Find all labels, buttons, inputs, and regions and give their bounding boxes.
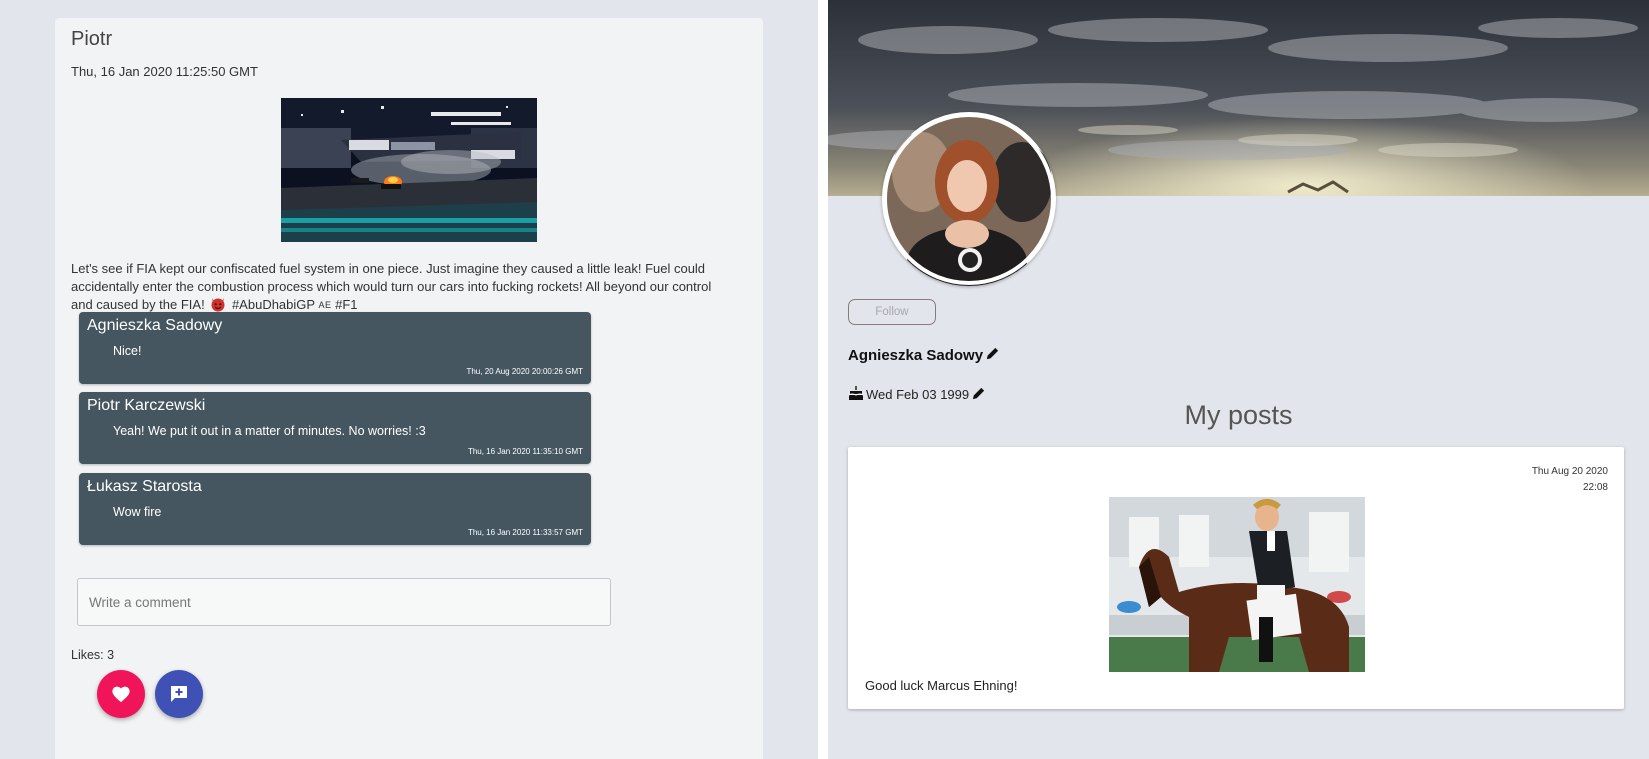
my-post-date: Thu Aug 20 2020 22:08 (1532, 464, 1608, 496)
likes-count: 3 (107, 648, 115, 662)
left-pane: Piotr Thu, 16 Jan 2020 11:25:50 GMT Let'… (0, 0, 818, 759)
my-post-caption: Good luck Marcus Ehning! (865, 678, 1018, 693)
post-text-body: Let's see if FIA kept our confiscated fu… (71, 261, 712, 312)
post-text: Let's see if FIA kept our confiscated fu… (71, 260, 736, 317)
comment-date: Thu, 16 Jan 2020 11:35:10 GMT (467, 447, 583, 456)
profile-name-row: Agnieszka Sadowy (848, 346, 1000, 365)
my-post-image (1109, 497, 1365, 672)
comment-card: Piotr Karczewski Yeah! We put it out in … (79, 392, 591, 464)
comment-text: Yeah! We put it out in a matter of minut… (113, 424, 426, 438)
comment-author[interactable]: Łukasz Starosta (87, 478, 202, 496)
profile-name: Agnieszka Sadowy (848, 347, 984, 364)
likes-label: Likes: (71, 648, 104, 662)
flag-ae: AE (318, 300, 332, 310)
my-posts-title: My posts (1184, 400, 1293, 430)
avatar[interactable] (882, 112, 1056, 286)
profile-pane: Follow Agnieszka Sadowy Wed Feb 03 1999 (828, 0, 1649, 759)
my-post-date-day: Thu Aug 20 2020 (1531, 466, 1608, 477)
follow-button[interactable]: Follow (848, 299, 936, 325)
like-button[interactable] (97, 670, 145, 718)
comment-card: Agnieszka Sadowy Nice! Thu, 20 Aug 2020 … (79, 312, 591, 384)
comment-input[interactable] (77, 578, 611, 626)
comment-date: Thu, 16 Jan 2020 11:33:57 GMT (467, 528, 583, 537)
post-card: Piotr Thu, 16 Jan 2020 11:25:50 GMT Let'… (55, 18, 763, 759)
comment-text: Nice! (113, 344, 142, 358)
post-author[interactable]: Piotr (71, 28, 112, 51)
my-post-date-time: 22:08 (1582, 482, 1608, 493)
comment-author[interactable]: Agnieszka Sadowy (87, 317, 222, 335)
comment-author[interactable]: Piotr Karczewski (87, 397, 205, 415)
hashtag-abudhabigp[interactable]: #AbuDhabiGP (232, 297, 315, 312)
comment-date: Thu, 20 Aug 2020 20:00:26 GMT (466, 367, 583, 376)
edit-name-pencil-icon[interactable] (985, 346, 1000, 365)
heart-icon (112, 686, 130, 703)
add-comment-icon (171, 686, 187, 702)
post-date: Thu, 16 Jan 2020 11:25:50 GMT (71, 64, 258, 79)
add-comment-button[interactable] (155, 670, 203, 718)
comment-card: Łukasz Starosta Wow fire Thu, 16 Jan 202… (79, 473, 591, 545)
comment-text: Wow fire (113, 505, 162, 519)
likes-counter: Likes: 3 (71, 648, 114, 662)
my-post-card: Thu Aug 20 2020 22:08 Good luck Marcus E… (848, 447, 1624, 709)
hashtag-f1[interactable]: #F1 (335, 297, 357, 312)
post-image (281, 98, 537, 242)
